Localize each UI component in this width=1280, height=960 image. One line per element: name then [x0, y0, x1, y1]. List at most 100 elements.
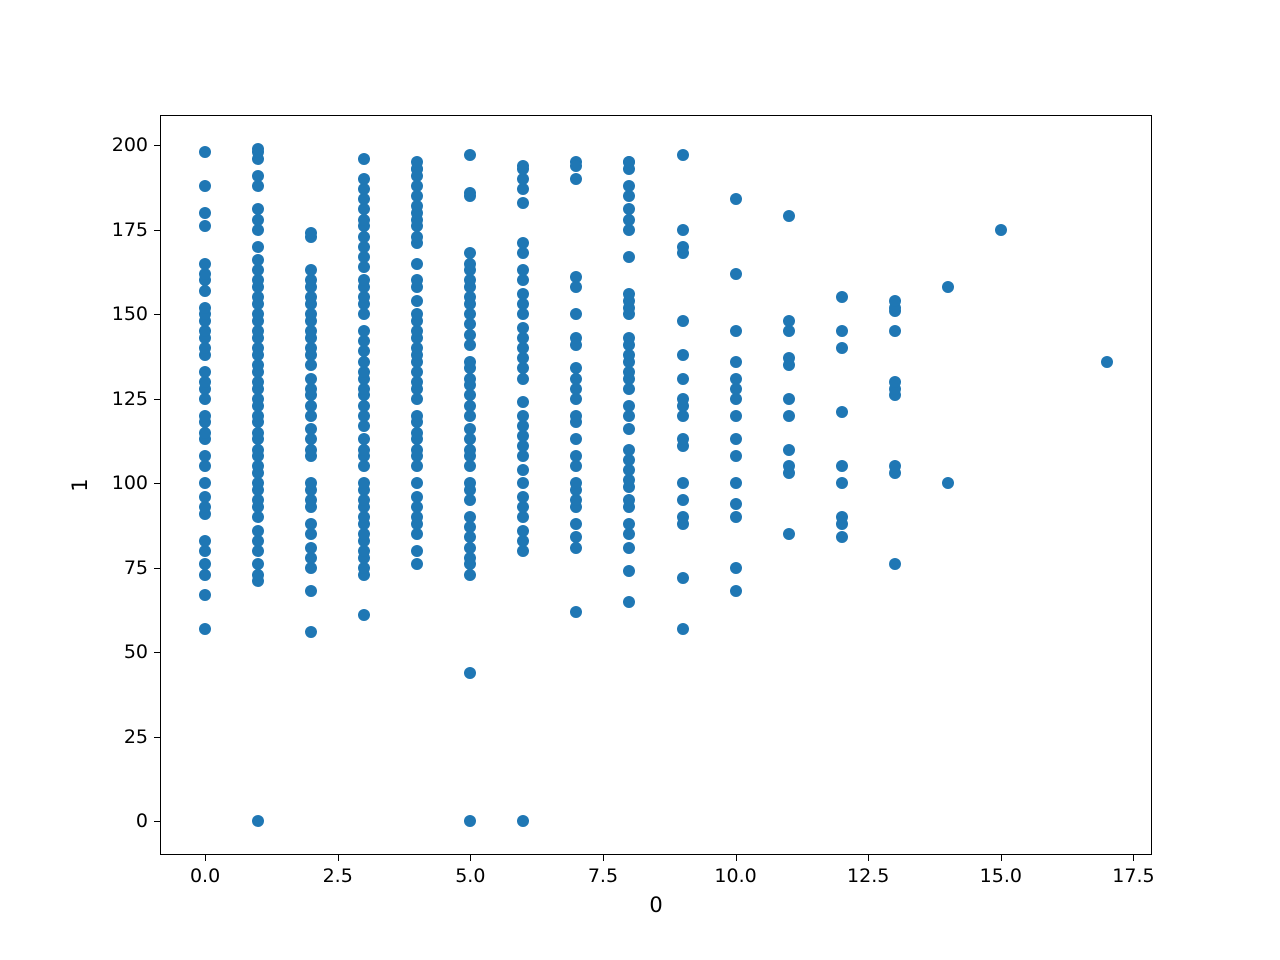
scatter-point — [836, 531, 848, 543]
scatter-point — [252, 525, 264, 537]
scatter-point — [677, 224, 689, 236]
scatter-point — [305, 264, 317, 276]
scatter-point — [199, 535, 211, 547]
x-tick-label: 15.0 — [980, 865, 1022, 887]
scatter-point — [623, 596, 635, 608]
scatter-point — [836, 460, 848, 472]
scatter-point — [411, 274, 423, 286]
scatter-point — [623, 423, 635, 435]
scatter-point — [305, 373, 317, 385]
scatter-point — [305, 626, 317, 638]
scatter-point — [677, 373, 689, 385]
scatter-point — [570, 362, 582, 374]
scatter-point — [199, 623, 211, 635]
scatter-point — [677, 572, 689, 584]
scatter-point — [623, 156, 635, 168]
scatter-point — [995, 224, 1007, 236]
scatter-point — [623, 444, 635, 456]
scatter-point — [889, 325, 901, 337]
scatter-point — [730, 373, 742, 385]
scatter-point — [199, 491, 211, 503]
scatter-point — [517, 396, 529, 408]
x-tick-label: 17.5 — [1112, 865, 1154, 887]
scatter-point — [199, 146, 211, 158]
scatter-point — [199, 558, 211, 570]
scatter-point — [517, 815, 529, 827]
scatter-point — [783, 410, 795, 422]
scatter-point — [570, 477, 582, 489]
scatter-point — [199, 450, 211, 462]
x-tick-label: 10.0 — [714, 865, 756, 887]
scatter-point — [730, 585, 742, 597]
scatter-point — [199, 180, 211, 192]
scatter-point — [889, 295, 901, 307]
scatter-point — [464, 423, 476, 435]
scatter-point — [517, 477, 529, 489]
scatter-point — [730, 477, 742, 489]
y-tick-label: 175 — [112, 219, 148, 241]
scatter-point — [199, 410, 211, 422]
scatter-point — [836, 342, 848, 354]
scatter-point — [305, 423, 317, 435]
scatter-point — [730, 511, 742, 523]
scatter-point — [677, 477, 689, 489]
scatter-point — [570, 410, 582, 422]
scatter-point — [836, 406, 848, 418]
x-tick-label: 5.0 — [455, 865, 485, 887]
scatter-point — [199, 258, 211, 270]
scatter-point — [305, 518, 317, 530]
scatter-point — [730, 356, 742, 368]
scatter-point — [730, 450, 742, 462]
scatter-point — [464, 356, 476, 368]
scatter-point — [464, 667, 476, 679]
scatter-point — [411, 545, 423, 557]
y-tick-label: 50 — [124, 641, 148, 663]
scatter-point — [677, 315, 689, 327]
scatter-point — [199, 477, 211, 489]
scatter-point — [623, 494, 635, 506]
scatter-point — [517, 160, 529, 172]
scatter-point — [252, 815, 264, 827]
y-axis-label: 1 — [68, 478, 92, 491]
scatter-point — [252, 203, 264, 215]
scatter-point — [464, 187, 476, 199]
scatter-point — [252, 170, 264, 182]
scatter-point — [942, 477, 954, 489]
scatter-point — [677, 433, 689, 445]
scatter-point — [677, 511, 689, 523]
scatter-point — [730, 325, 742, 337]
scatter-point — [305, 227, 317, 239]
x-axis-label: 0 — [649, 893, 662, 917]
scatter-point — [730, 498, 742, 510]
scatter-point — [942, 281, 954, 293]
scatter-point — [570, 450, 582, 462]
scatter-point — [570, 271, 582, 283]
scatter-point — [411, 558, 423, 570]
scatter-point — [464, 477, 476, 489]
scatter-point — [252, 558, 264, 570]
scatter-point — [836, 291, 848, 303]
y-tick-label: 200 — [112, 134, 148, 156]
scatter-point — [889, 460, 901, 472]
scatter-point — [358, 433, 370, 445]
scatter-point — [358, 274, 370, 286]
scatter-point — [836, 477, 848, 489]
scatter-point — [517, 410, 529, 422]
scatter-point — [677, 393, 689, 405]
scatter-point — [730, 433, 742, 445]
scatter-point — [411, 295, 423, 307]
x-tick-label: 7.5 — [588, 865, 618, 887]
y-tick-label: 0 — [136, 810, 148, 832]
x-tick-label: 12.5 — [847, 865, 889, 887]
scatter-point — [305, 585, 317, 597]
scatter-point — [199, 302, 211, 314]
scatter-point — [199, 589, 211, 601]
scatter-point — [730, 410, 742, 422]
scatter-point — [623, 542, 635, 554]
scatter-point — [783, 528, 795, 540]
scatter-point — [305, 477, 317, 489]
y-tick-label: 25 — [124, 726, 148, 748]
scatter-point — [836, 511, 848, 523]
scatter-point — [623, 251, 635, 263]
scatter-point — [623, 565, 635, 577]
